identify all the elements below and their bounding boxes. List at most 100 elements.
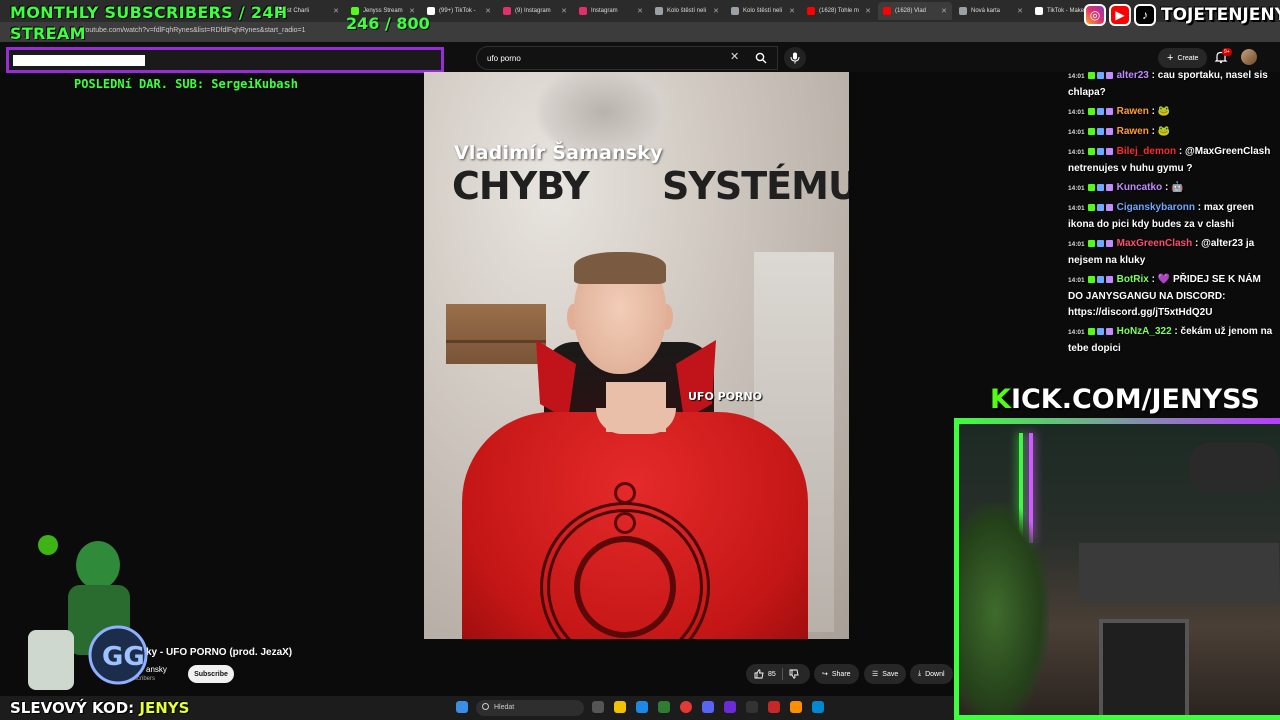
- kick-app-icon[interactable]: [724, 701, 736, 713]
- chat-badge-icon: [1105, 275, 1113, 283]
- chat-username[interactable]: alter23: [1117, 70, 1149, 81]
- video-author-text: Vladimír Šamansky: [454, 142, 663, 164]
- tiktok-icon: ♪: [1134, 4, 1156, 26]
- chat-message: 14:01 MaxGreenClash : @alter23 ja nejsem …: [1068, 236, 1276, 269]
- video-title: ky - UFO PORNO (prod. JezaX): [146, 647, 293, 658]
- tab-close-icon[interactable]: ✕: [713, 7, 719, 15]
- chat-text: 🐸: [1157, 126, 1171, 137]
- chat-badge-icon: [1096, 275, 1104, 283]
- tab-close-icon[interactable]: ✕: [865, 7, 871, 15]
- tab-label: TikTok - Make: [1047, 8, 1085, 14]
- app-icon[interactable]: [658, 701, 670, 713]
- app-icon[interactable]: [746, 701, 758, 713]
- browser-tab[interactable]: Kolo štěstí neli ✕: [650, 2, 724, 20]
- microphone-icon: [790, 52, 800, 64]
- tab-close-icon[interactable]: ✕: [1017, 7, 1023, 15]
- account-avatar[interactable]: [1241, 49, 1257, 65]
- search-query: ufo porno: [487, 54, 521, 63]
- wall-shelf: [446, 304, 546, 364]
- tab-close-icon[interactable]: ✕: [333, 7, 339, 15]
- download-label: Downl: [925, 670, 945, 678]
- tab-label: (1628) Tohle m: [819, 8, 859, 14]
- create-button[interactable]: + Create: [1158, 48, 1208, 68]
- chat-username[interactable]: Bilej_demon: [1117, 146, 1176, 157]
- task-view-icon[interactable]: [592, 701, 604, 713]
- discord-icon[interactable]: [702, 701, 714, 713]
- chat-badge-icon: [1105, 127, 1113, 135]
- thumbs-down-icon[interactable]: [789, 669, 799, 679]
- tab-close-icon[interactable]: ✕: [941, 7, 947, 15]
- screen: st Charli ✕ Jenyss Stream ✕ (99+) TikTok - ✕…: [0, 0, 1280, 720]
- obs-icon[interactable]: [768, 701, 780, 713]
- video-title-right: SYSTÉMU: [662, 164, 849, 208]
- tab-favicon: [579, 7, 587, 15]
- browser-tab[interactable]: (9) Instagram ✕: [498, 2, 572, 20]
- share-label: Share: [831, 670, 851, 678]
- tab-label: (1628) Vlad: [895, 8, 927, 14]
- video-player[interactable]: Vladimír Šamansky CHYBY SYSTÉMU UFO PORN…: [424, 72, 849, 639]
- taskbar-search-placeholder: Hledat: [494, 704, 515, 711]
- video-title-left: CHYBY: [452, 164, 590, 208]
- chat-timestamp: 14:01: [1068, 185, 1085, 192]
- brand-logo: ◎ ▶ ♪ TOJETENJENYS: [1084, 4, 1280, 26]
- browser-tab[interactable]: Instagram ✕: [574, 2, 648, 20]
- chat-username[interactable]: Ciganskybaronn: [1117, 202, 1195, 213]
- subs-goal-title-line2: STREAM: [10, 24, 86, 43]
- share-button[interactable]: ↪ Share: [814, 664, 859, 684]
- chrome-browser-icon[interactable]: [680, 701, 692, 713]
- voice-search-button[interactable]: [784, 47, 806, 69]
- chat-username[interactable]: MaxGreenClash: [1117, 238, 1193, 249]
- promo-code: JENYS: [139, 699, 190, 717]
- chat-badge-icon: [1087, 183, 1095, 191]
- chat-timestamp: 14:01: [1068, 277, 1085, 284]
- chat-badge-icon: [1105, 147, 1113, 155]
- chat-badge-icon: [1087, 203, 1095, 211]
- windows-start-icon[interactable]: [456, 701, 468, 713]
- chat-badge-icon: [1087, 327, 1095, 335]
- chat-timestamp: 14:01: [1068, 241, 1085, 248]
- tab-favicon: [1035, 7, 1043, 15]
- search-button[interactable]: [748, 46, 774, 70]
- tab-favicon: [959, 7, 967, 15]
- browser-tab[interactable]: (1628) Vlad ✕: [878, 2, 952, 20]
- chat-badge-icon: [1087, 127, 1095, 135]
- tab-favicon: [883, 7, 891, 15]
- chat-badge-icon: [1105, 107, 1113, 115]
- clear-search-icon[interactable]: ✕: [730, 50, 739, 63]
- chat-badge-icon: [1096, 147, 1104, 155]
- edge-browser-icon[interactable]: [636, 701, 648, 713]
- app-icon[interactable]: [812, 701, 824, 713]
- plus-icon: +: [1167, 52, 1174, 64]
- browser-tab[interactable]: Kolo štěstí neli ✕: [726, 2, 800, 20]
- kick-url-banner: KICK.COM/JENYSS: [990, 384, 1260, 415]
- tab-close-icon[interactable]: ✕: [789, 7, 795, 15]
- chat-message: 14:01 Ciganskybaronn : max green ikona do…: [1068, 200, 1276, 233]
- browser-tab[interactable]: Nová karta ✕: [954, 2, 1028, 20]
- tab-close-icon[interactable]: ✕: [485, 7, 491, 15]
- divider: [781, 668, 783, 680]
- chat-username[interactable]: HoNzA_322: [1117, 326, 1172, 337]
- file-explorer-icon[interactable]: [614, 701, 626, 713]
- save-button[interactable]: ☰ Save: [864, 664, 907, 684]
- webcam-shelf: [1079, 543, 1279, 603]
- like-count: 85: [768, 670, 776, 678]
- chat-username[interactable]: Kuncatko: [1117, 182, 1163, 193]
- person-hair: [574, 252, 666, 284]
- download-button[interactable]: ⤓ Downl: [910, 664, 953, 684]
- chat-username[interactable]: Rawen: [1117, 126, 1149, 137]
- taskbar-search[interactable]: Hledat: [476, 700, 584, 716]
- chat-username[interactable]: Rawen: [1117, 106, 1149, 117]
- tab-close-icon[interactable]: ✕: [637, 7, 643, 15]
- browser-tab[interactable]: (99+) TikTok - ✕: [422, 2, 496, 20]
- app-icon[interactable]: [790, 701, 802, 713]
- download-icon: ⤓: [918, 670, 922, 677]
- like-button[interactable]: 85: [754, 669, 776, 679]
- tab-close-icon[interactable]: ✕: [561, 7, 567, 15]
- last-donation-text: POSLEDNí DAR. SUB: SergeiKubash: [74, 77, 298, 91]
- tab-label: Kolo štěstí neli: [743, 8, 783, 14]
- chat-username[interactable]: BotRix: [1117, 274, 1149, 285]
- chat-badge-icon: [1087, 239, 1095, 247]
- browser-tab[interactable]: (1628) Tohle m ✕: [802, 2, 876, 20]
- chat-badge-icon: [1105, 71, 1113, 79]
- subscribe-button[interactable]: Subscribe: [188, 665, 234, 683]
